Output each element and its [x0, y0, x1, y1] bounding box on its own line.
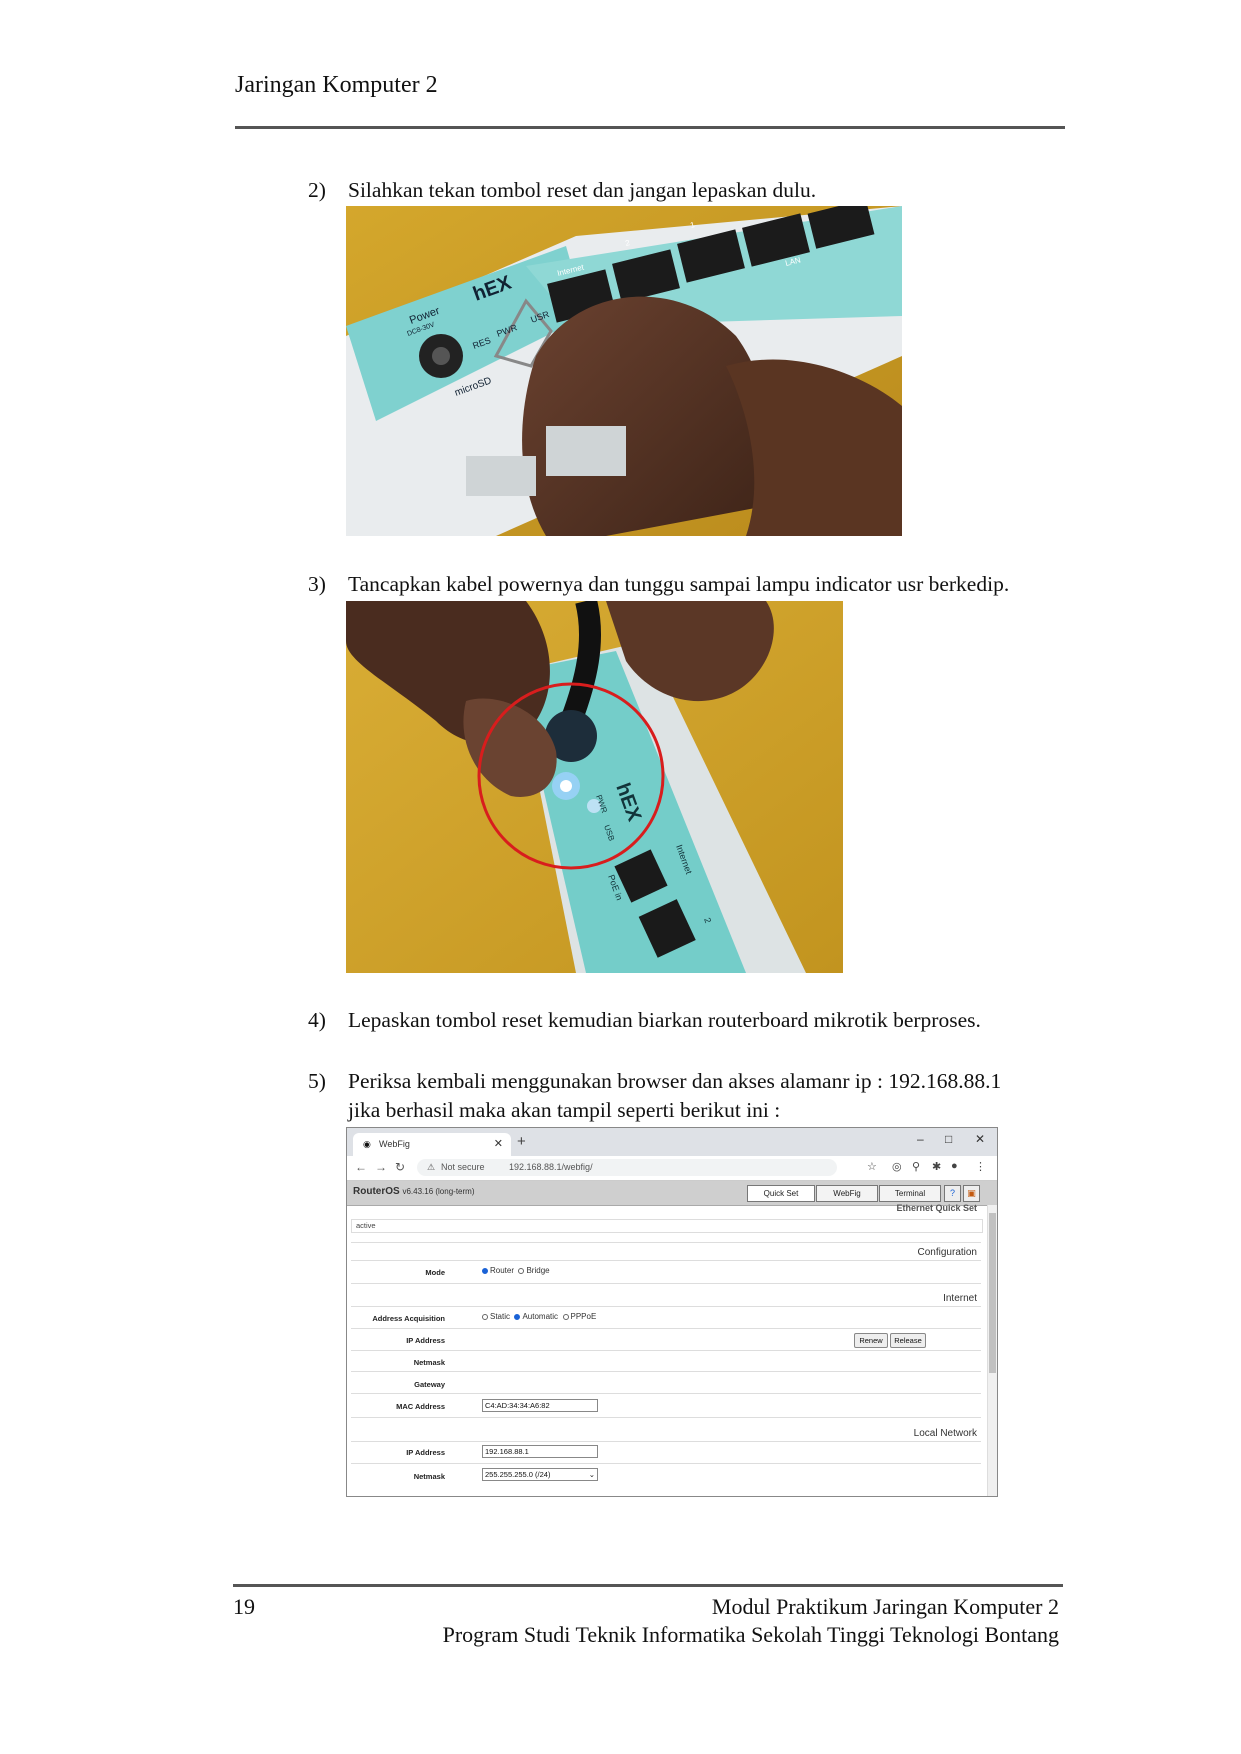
puzzle-icon[interactable]: ✱: [932, 1160, 941, 1173]
lan-ip-address-label: IP Address: [406, 1448, 445, 1457]
section-local-network: Local Network: [913, 1428, 977, 1439]
section-configuration: Configuration: [917, 1247, 977, 1258]
netmask-label: Netmask: [413, 1358, 445, 1367]
divider: [351, 1393, 981, 1394]
section-internet: Internet: [943, 1293, 977, 1304]
release-button[interactable]: Release: [890, 1333, 926, 1348]
step-5: 5) Periksa kembali menggunakan browser d…: [0, 1066, 1241, 1126]
tab-terminal[interactable]: Terminal: [879, 1185, 941, 1202]
avatar-icon[interactable]: ●: [951, 1160, 958, 1172]
footer-rule: [233, 1584, 1063, 1587]
divider: [351, 1242, 981, 1243]
extension-icon-2[interactable]: ⚲: [912, 1160, 920, 1173]
step-3: 3) Tancapkan kabel powernya dan tunggu s…: [0, 569, 1241, 599]
step-number: 3): [308, 572, 326, 596]
ip-address-label: IP Address: [406, 1336, 445, 1345]
footer-line-2: Program Studi Teknik Informatika Sekolah…: [442, 1622, 1059, 1647]
step-text: Lepaskan tombol reset kemudian biarkan r…: [348, 1008, 981, 1032]
minimize-icon[interactable]: –: [917, 1132, 924, 1146]
footer-line-1: Modul Praktikum Jaringan Komputer 2: [711, 1594, 1059, 1619]
step-text: Periksa kembali menggunakan browser dan …: [348, 1069, 1002, 1093]
new-tab-icon[interactable]: +: [517, 1133, 526, 1150]
lan-netmask-label: Netmask: [413, 1472, 445, 1481]
browser-screenshot: ◉ WebFig ✕ + – □ ✕ ← → ↻ ⚠ Not secure 19…: [346, 1127, 998, 1497]
step-2: 2) Silahkan tekan tombol reset dan janga…: [0, 175, 1241, 205]
mode-label: Mode: [425, 1268, 445, 1277]
pppoe-option-label: PPPoE: [570, 1312, 597, 1321]
browser-tab-bar: ◉ WebFig ✕ + – □ ✕: [347, 1128, 997, 1156]
header-rule: [235, 126, 1065, 129]
divider: [351, 1441, 981, 1442]
chevron-down-icon: ⌄: [588, 1470, 595, 1479]
divider: [351, 1371, 981, 1372]
running-header: Jaringan Komputer 2: [235, 72, 438, 98]
warning-icon: ⚠: [427, 1162, 436, 1172]
close-window-icon[interactable]: ✕: [975, 1132, 985, 1146]
divider: [351, 1463, 981, 1464]
mac-address-label: MAC Address: [396, 1402, 445, 1411]
divider: [351, 1306, 981, 1307]
step-number: 5): [308, 1069, 326, 1093]
status-field: active: [351, 1219, 983, 1233]
browser-toolbar: ← → ↻ ⚠ Not secure 192.168.88.1/webfig/ …: [347, 1156, 997, 1181]
routeros-title: RouterOS v6.43.16 (long-term): [353, 1186, 475, 1197]
back-icon[interactable]: ←: [355, 1160, 367, 1174]
lan-ip-address-field[interactable]: 192.168.88.1: [482, 1445, 598, 1458]
radio-pppoe[interactable]: [562, 1313, 569, 1320]
renew-button[interactable]: Renew: [854, 1333, 888, 1348]
reload-icon[interactable]: ↻: [395, 1160, 405, 1174]
radio-router[interactable]: [482, 1267, 488, 1274]
tab-webfig[interactable]: WebFig: [816, 1185, 878, 1202]
forward-icon[interactable]: →: [375, 1160, 387, 1174]
not-secure-label: Not secure: [441, 1162, 485, 1172]
step-4: 4) Lepaskan tombol reset kemudian biarka…: [0, 1005, 1241, 1035]
divider: [351, 1283, 981, 1284]
photo-power-cable: hEX PWR USB Internet PoE in 2: [346, 601, 843, 973]
page-number: 19: [233, 1594, 255, 1619]
help-icon[interactable]: ?: [944, 1185, 961, 1202]
radio-static[interactable]: [482, 1313, 488, 1320]
bookmark-star-icon[interactable]: ☆: [867, 1160, 877, 1173]
divider: [351, 1417, 981, 1418]
step-text: Silahkan tekan tombol reset dan jangan l…: [348, 178, 817, 202]
divider: [351, 1328, 981, 1329]
address-bar[interactable]: ⚠ Not secure 192.168.88.1/webfig/: [417, 1159, 837, 1176]
lan-netmask-value: 255.255.255.0 (/24): [485, 1470, 551, 1479]
tab-quick-set[interactable]: Quick Set: [747, 1185, 815, 1202]
tab-title: WebFig: [379, 1139, 410, 1149]
mode-options: Router Bridge: [482, 1266, 550, 1275]
panel-title: Ethernet Quick Set: [896, 1203, 977, 1213]
url-text: 192.168.88.1/webfig/: [509, 1162, 593, 1172]
lan-netmask-select[interactable]: 255.255.255.0 (/24) ⌄: [482, 1468, 598, 1481]
divider: [351, 1350, 981, 1351]
quick-set-panel: Ethernet Quick Set active Configuration …: [347, 1203, 985, 1496]
scrollbar[interactable]: [987, 1205, 997, 1496]
step-number: 4): [308, 1008, 326, 1032]
radio-bridge[interactable]: [518, 1267, 525, 1274]
webfig-favicon-icon: ◉: [363, 1139, 371, 1149]
mac-address-field[interactable]: C4:AD:34:34:A6:82: [482, 1399, 598, 1412]
acquisition-options: Static Automatic PPPoE: [482, 1312, 596, 1321]
gateway-label: Gateway: [414, 1380, 445, 1389]
maximize-icon[interactable]: □: [945, 1132, 952, 1146]
scrollbar-thumb[interactable]: [989, 1213, 996, 1373]
close-tab-icon[interactable]: ✕: [494, 1133, 503, 1156]
extension-icon[interactable]: ◎: [892, 1160, 902, 1173]
divider: [351, 1260, 981, 1261]
automatic-option-label: Automatic: [522, 1312, 559, 1321]
routeros-version: v6.43.16 (long-term): [402, 1187, 475, 1196]
router-option-label: Router: [490, 1266, 515, 1275]
step-number: 2): [308, 178, 326, 202]
static-option-label: Static: [490, 1312, 511, 1321]
step-text-continued: jika berhasil maka akan tampil seperti b…: [348, 1098, 781, 1122]
menu-dots-icon[interactable]: ⋮: [975, 1160, 986, 1173]
address-acquisition-label: Address Acquisition: [372, 1314, 445, 1323]
bridge-option-label: Bridge: [526, 1266, 550, 1275]
radio-automatic[interactable]: [514, 1313, 521, 1320]
photo-reset-button: hEX Power DC8-30V RES PWR USR microSD In…: [346, 206, 902, 536]
step-text: Tancapkan kabel powernya dan tunggu samp…: [348, 572, 1010, 596]
browser-tab[interactable]: ◉ WebFig ✕: [353, 1133, 511, 1156]
logout-icon[interactable]: ▣: [963, 1185, 980, 1202]
